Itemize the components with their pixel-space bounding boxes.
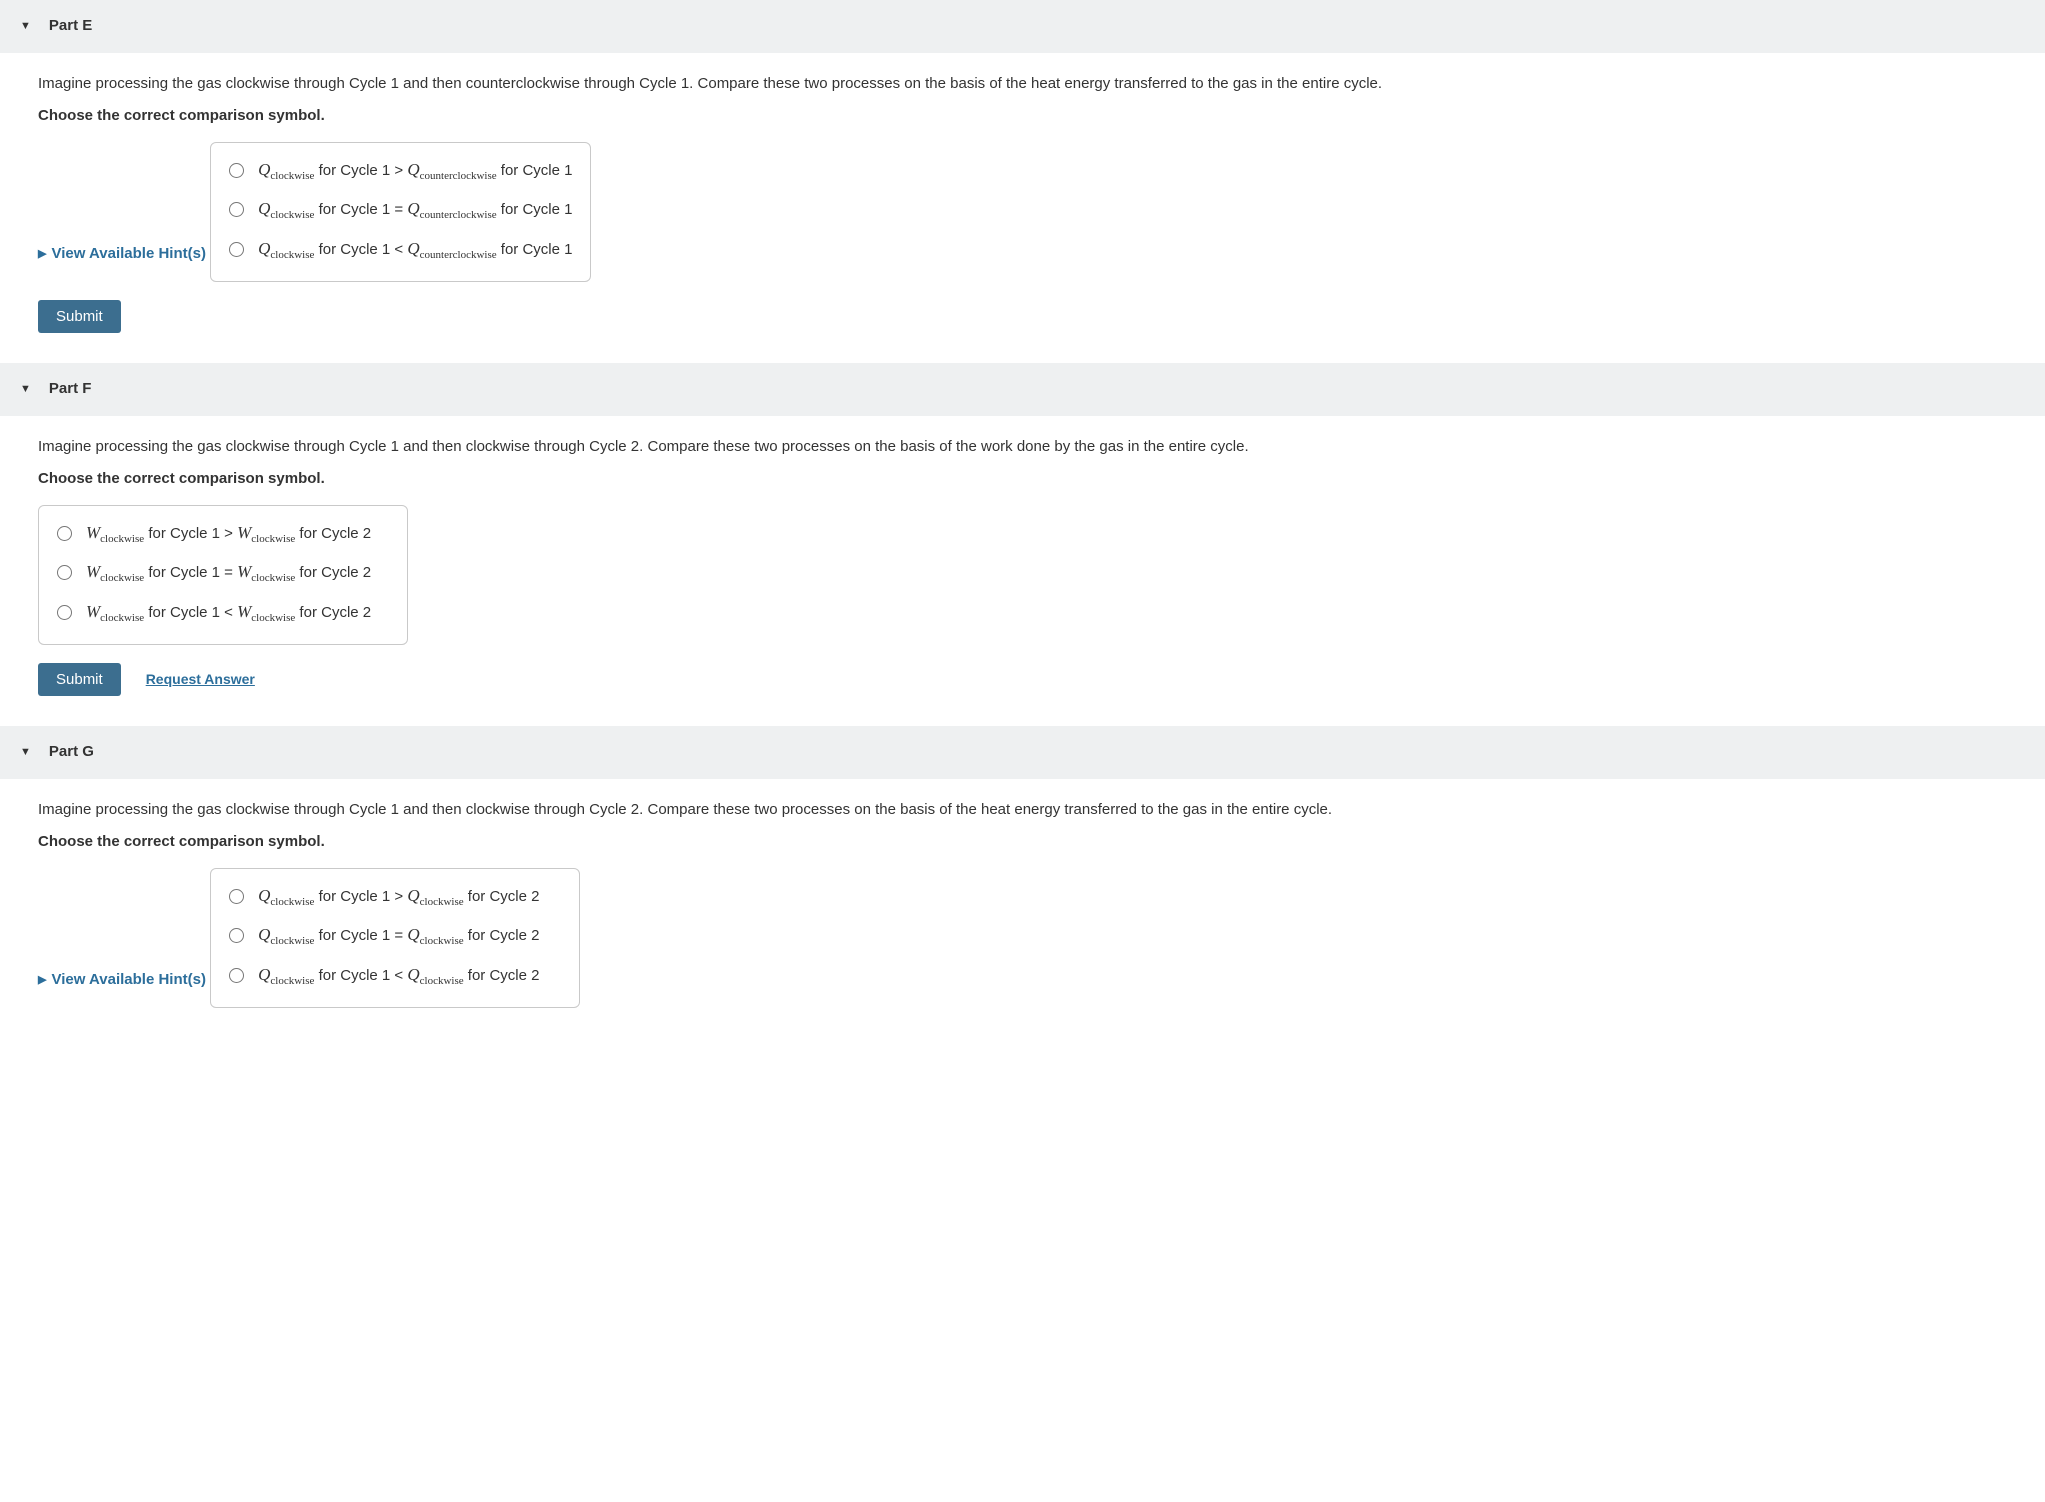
option-label: Qclockwise for Cycle 1 > Qcounterclockwi… [258,157,572,185]
part-g-title: Part G [49,741,94,764]
caret-right-icon: ▶ [38,972,46,989]
hints-label: View Available Hint(s) [51,969,206,992]
part-g-question: Imagine processing the gas clockwise thr… [38,799,2045,822]
part-e-header[interactable]: ▼ Part E [0,0,2045,53]
view-hints-link[interactable]: ▶ View Available Hint(s) [38,969,206,992]
option-label: Wclockwise for Cycle 1 < Wclockwise for … [86,599,371,627]
part-f-title: Part F [49,378,92,401]
radio-input[interactable] [57,526,72,541]
submit-button[interactable]: Submit [38,663,121,696]
radio-input[interactable] [57,605,72,620]
part-e-title: Part E [49,15,92,38]
part-f-option-3[interactable]: Wclockwise for Cycle 1 < Wclockwise for … [57,599,389,627]
radio-input[interactable] [229,242,244,257]
part-f-options: Wclockwise for Cycle 1 > Wclockwise for … [38,505,408,646]
option-label: Qclockwise for Cycle 1 > Qclockwise for … [258,883,539,911]
part-e-option-2[interactable]: Qclockwise for Cycle 1 = Qcounterclockwi… [229,196,572,224]
part-g-body: Imagine processing the gas clockwise thr… [0,779,2045,1057]
part-f-instruct: Choose the correct comparison symbol. [38,468,2045,491]
option-label: Wclockwise for Cycle 1 > Wclockwise for … [86,520,371,548]
part-g-options: Qclockwise for Cycle 1 > Qclockwise for … [210,868,580,1009]
option-label: Qclockwise for Cycle 1 = Qclockwise for … [258,922,539,950]
radio-input[interactable] [229,968,244,983]
caret-down-icon: ▼ [20,381,31,398]
caret-down-icon: ▼ [20,744,31,761]
part-e-option-3[interactable]: Qclockwise for Cycle 1 < Qcounterclockwi… [229,236,572,264]
part-g-option-3[interactable]: Qclockwise for Cycle 1 < Qclockwise for … [229,962,561,990]
part-g-option-1[interactable]: Qclockwise for Cycle 1 > Qclockwise for … [229,883,561,911]
part-e-question: Imagine processing the gas clockwise thr… [38,73,2045,96]
part-f-question: Imagine processing the gas clockwise thr… [38,436,2045,459]
radio-input[interactable] [229,202,244,217]
part-e-body: Imagine processing the gas clockwise thr… [0,53,2045,364]
part-f-header[interactable]: ▼ Part F [0,363,2045,416]
view-hints-link[interactable]: ▶ View Available Hint(s) [38,243,206,266]
radio-input[interactable] [229,928,244,943]
caret-right-icon: ▶ [38,246,46,263]
part-f-option-2[interactable]: Wclockwise for Cycle 1 = Wclockwise for … [57,559,389,587]
radio-input[interactable] [229,889,244,904]
part-e-buttons: Submit [38,300,2045,333]
part-e-instruct: Choose the correct comparison symbol. [38,105,2045,128]
request-answer-link[interactable]: Request Answer [146,669,255,690]
part-g-option-2[interactable]: Qclockwise for Cycle 1 = Qclockwise for … [229,922,561,950]
part-f-buttons: Submit Request Answer [38,663,2045,696]
caret-down-icon: ▼ [20,18,31,35]
option-label: Qclockwise for Cycle 1 < Qclockwise for … [258,962,539,990]
option-label: Qclockwise for Cycle 1 < Qcounterclockwi… [258,236,572,264]
part-g-instruct: Choose the correct comparison symbol. [38,831,2045,854]
radio-input[interactable] [57,565,72,580]
hints-label: View Available Hint(s) [51,243,206,266]
part-e-option-1[interactable]: Qclockwise for Cycle 1 > Qcounterclockwi… [229,157,572,185]
part-f-body: Imagine processing the gas clockwise thr… [0,416,2045,727]
submit-button[interactable]: Submit [38,300,121,333]
part-e-options: Qclockwise for Cycle 1 > Qcounterclockwi… [210,142,591,283]
option-label: Wclockwise for Cycle 1 = Wclockwise for … [86,559,371,587]
part-f-option-1[interactable]: Wclockwise for Cycle 1 > Wclockwise for … [57,520,389,548]
part-g-header[interactable]: ▼ Part G [0,726,2045,779]
option-label: Qclockwise for Cycle 1 = Qcounterclockwi… [258,196,572,224]
radio-input[interactable] [229,163,244,178]
